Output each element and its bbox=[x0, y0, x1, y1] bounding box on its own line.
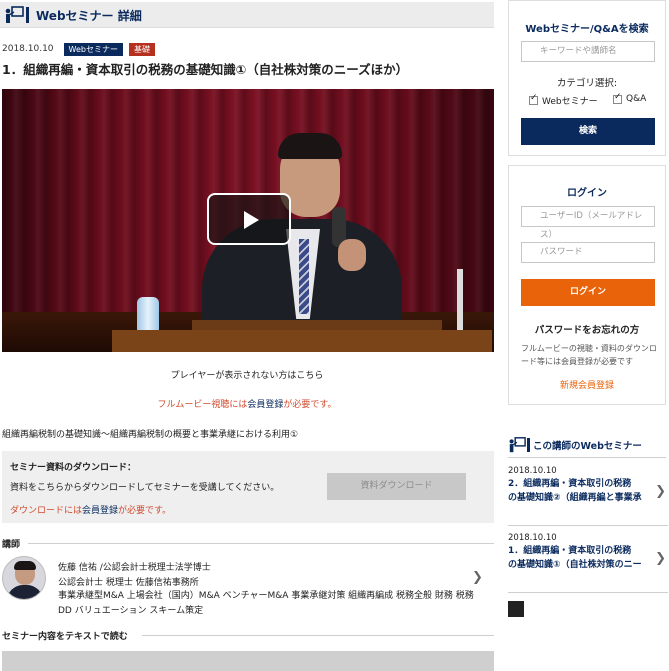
video-podium bbox=[112, 330, 492, 352]
login-title: ログイン bbox=[567, 188, 607, 199]
checkbox-qa[interactable] bbox=[613, 92, 622, 104]
related-heading-text: この講師のWebセミナー bbox=[533, 441, 642, 452]
fullmovie-notice: フルムービー視聴には会員登録が必要です。 bbox=[0, 397, 494, 410]
login-panel: ログイン ユーザーID（メールアドレス） パスワード ログイン パスワードをお忘… bbox=[508, 165, 666, 405]
presenter-board-icon bbox=[509, 437, 526, 453]
forgot-password-link[interactable]: パスワードをお忘れの方 bbox=[509, 322, 665, 336]
tag-webseminar[interactable]: Webセミナー bbox=[63, 42, 123, 56]
presenter-board-icon bbox=[5, 6, 24, 23]
video-speaker-hand bbox=[338, 239, 366, 271]
instructor-section-label: 講師 bbox=[2, 540, 21, 550]
fullmovie-text-post: が必要です。 bbox=[283, 400, 337, 410]
fullmovie-text-pre: フルムービー視聴には bbox=[157, 400, 248, 410]
search-title: Webセミナー/Q&Aを検索 bbox=[525, 24, 649, 35]
video-mic-stand bbox=[457, 269, 463, 339]
video-speaker-hair bbox=[278, 133, 342, 159]
seminar-meta: 2018.10.10 Webセミナー 基礎 bbox=[2, 42, 155, 56]
header-accent-bar bbox=[26, 7, 29, 23]
category-qa-label: Q&A bbox=[626, 94, 647, 104]
tag-basic[interactable]: 基礎 bbox=[128, 42, 155, 56]
instructor-bio: 事業承継型M&A 上場会社（国内）M&A ベンチャーM&A 事業承継対策 組織再… bbox=[58, 591, 474, 616]
seminar-title: 1．組織再編・資本取引の税務の基礎知識①（自社株対策のニーズほか） bbox=[2, 62, 409, 77]
category-qa[interactable]: Q&A bbox=[613, 92, 647, 104]
instructor-card[interactable]: 佐藤 信祐 /公認会計士税理士法学博士 公認会計士 税理士 佐藤信祐事務所 事業… bbox=[2, 556, 494, 622]
download-heading: セミナー資料のダウンロード： bbox=[10, 463, 137, 473]
fullmovie-register-link[interactable]: 会員登録 bbox=[247, 400, 283, 410]
search-button[interactable]: 検索 bbox=[521, 118, 655, 145]
avatar-body bbox=[7, 585, 43, 599]
chevron-right-icon[interactable]: ❯ bbox=[655, 551, 666, 566]
chevron-right-icon[interactable]: ❯ bbox=[472, 570, 483, 585]
related-item-title-line1: 2．組織再編・資本取引の税務 bbox=[508, 479, 632, 489]
download-notice: ダウンロードには会員登録が必要です。 bbox=[10, 503, 171, 516]
play-button[interactable] bbox=[207, 193, 291, 245]
instructor-name: 佐藤 信祐 /公認会計士税理士法学博士 bbox=[58, 563, 211, 573]
related-seminar-item[interactable]: 2018.10.10 1．組織再編・資本取引の税務 の基礎知識①（自社株対策のニ… bbox=[508, 533, 668, 593]
related-item-title-line2: の基礎知識①（自社株対策のニー bbox=[508, 560, 642, 570]
video-speaker-tie bbox=[299, 239, 309, 314]
download-note-pre: ダウンロードには bbox=[10, 506, 83, 516]
stop-icon[interactable] bbox=[508, 601, 524, 617]
related-seminar-item[interactable]: 2018.10.10 2．組織再編・資本取引の税務 の基礎知識②（組織再編と事業… bbox=[508, 466, 668, 526]
search-input[interactable]: キーワードや講師名 bbox=[521, 41, 655, 62]
category-webseminar-label: Webセミナー bbox=[542, 97, 598, 107]
related-accent-bar bbox=[527, 438, 530, 452]
download-text: 資料をこちらからダウンロードしてセミナーを受講してください。 bbox=[10, 483, 280, 493]
login-note: フルムービーの視聴・資料のダウンロード等には会員登録が必要です bbox=[521, 344, 657, 366]
category-label: カテゴリ選択: bbox=[556, 78, 618, 89]
checkbox-webseminar[interactable] bbox=[529, 93, 538, 105]
text-content-collapsed-bar bbox=[2, 651, 494, 671]
player-fallback-link[interactable]: プレイヤーが表示されない方はこちら bbox=[0, 368, 494, 381]
related-item-title-line1: 1．組織再編・資本取引の税務 bbox=[508, 546, 632, 556]
instructor-divider bbox=[28, 543, 494, 544]
related-item-date: 2018.10.10 bbox=[508, 533, 557, 543]
related-item-title[interactable]: 2．組織再編・資本取引の税務 の基礎知識②（組織再編と事業承 bbox=[508, 477, 648, 505]
related-divider bbox=[508, 457, 666, 458]
text-section-divider bbox=[142, 635, 494, 636]
related-item-title[interactable]: 1．組織再編・資本取引の税務 の基礎知識①（自社株対策のニー bbox=[508, 544, 648, 572]
page-title: Webセミナー 詳細 bbox=[36, 9, 142, 23]
download-register-link[interactable]: 会員登録 bbox=[82, 506, 118, 516]
text-section-label[interactable]: セミナー内容をテキストで読む bbox=[2, 629, 128, 642]
page-header: Webセミナー 詳細 bbox=[0, 2, 494, 28]
user-id-input[interactable]: ユーザーID（メールアドレス） bbox=[521, 206, 655, 240]
related-item-title-line2: の基礎知識②（組織再編と事業承 bbox=[508, 493, 642, 503]
download-button[interactable]: 資料ダウンロード bbox=[327, 473, 466, 500]
seminar-description: 組織再編税制の基礎知識～組織再編税制の概要と事業承継における利用① bbox=[2, 430, 299, 440]
password-input[interactable]: パスワード bbox=[521, 242, 655, 263]
category-webseminar[interactable]: Webセミナー bbox=[529, 93, 598, 107]
chevron-right-icon[interactable]: ❯ bbox=[655, 484, 666, 499]
register-link[interactable]: 新規会員登録 bbox=[509, 378, 665, 391]
search-panel: Webセミナー/Q&Aを検索 キーワードや講師名 カテゴリ選択: Webセミナー… bbox=[508, 0, 666, 156]
seminar-date: 2018.10.10 bbox=[2, 44, 54, 54]
instructor-avatar bbox=[2, 556, 46, 600]
related-item-date: 2018.10.10 bbox=[508, 466, 557, 476]
instructor-office: 公認会計士 税理士 佐藤信祐事務所 bbox=[58, 578, 199, 588]
play-icon bbox=[244, 211, 259, 229]
video-player[interactable] bbox=[2, 89, 494, 352]
video-podium-top bbox=[192, 320, 442, 330]
avatar-hair bbox=[14, 561, 36, 570]
download-note-post: が必要です。 bbox=[118, 506, 172, 516]
download-box: セミナー資料のダウンロード： 資料をこちらからダウンロードしてセミナーを受講して… bbox=[2, 451, 494, 523]
related-seminars-heading: この講師のWebセミナー bbox=[508, 436, 666, 456]
login-button[interactable]: ログイン bbox=[521, 279, 655, 306]
